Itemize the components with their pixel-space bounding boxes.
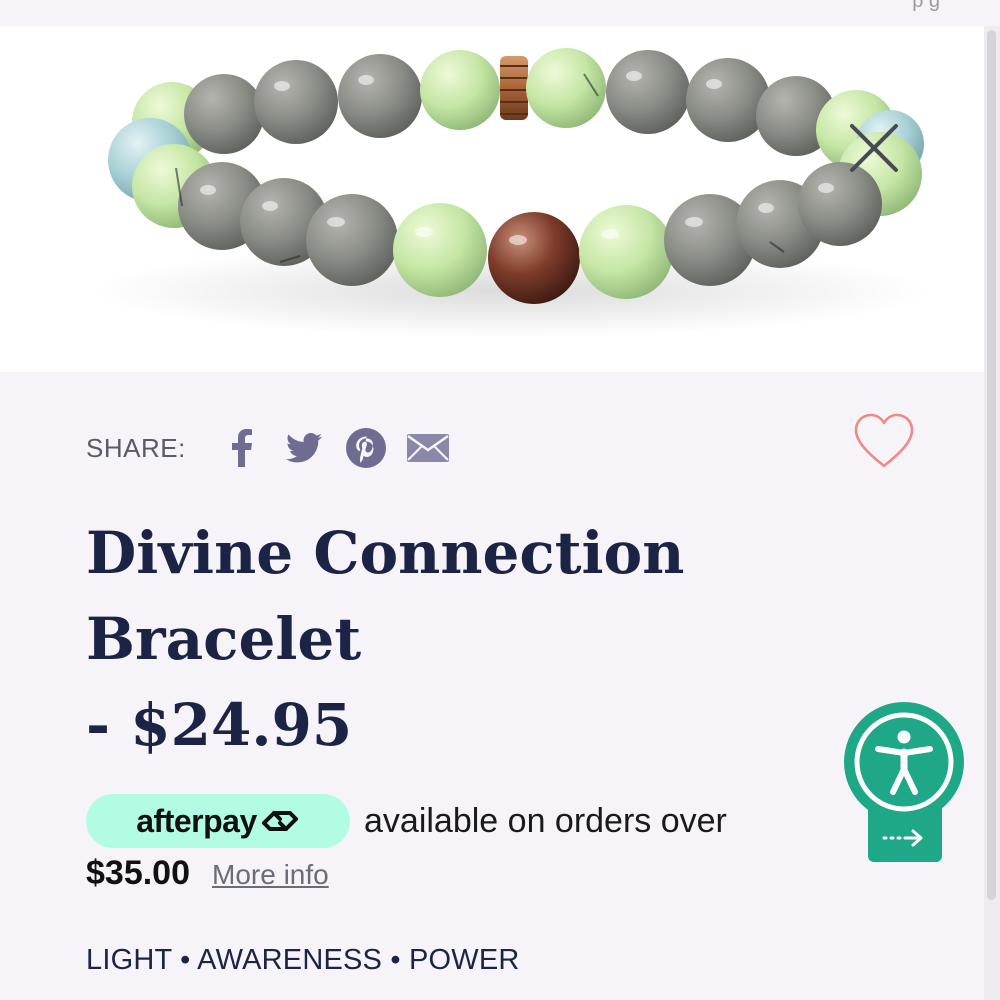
afterpay-row: afterpay available on orders over <box>86 794 727 848</box>
product-title-line2: Bracelet <box>86 605 362 673</box>
email-icon <box>406 434 449 462</box>
close-button[interactable] <box>846 120 902 176</box>
share-pinterest-button[interactable] <box>344 428 388 468</box>
accessibility-widget[interactable] <box>842 700 966 864</box>
product-title-line1: Divine Connection <box>86 519 685 587</box>
close-icon <box>850 124 898 172</box>
pinterest-icon <box>345 428 386 468</box>
share-facebook-button[interactable] <box>220 428 264 468</box>
scrollbar-thumb[interactable] <box>987 30 996 900</box>
arrow-right-icon <box>882 829 923 847</box>
top-strip: p g <box>0 0 1000 26</box>
bracelet-photo <box>90 48 930 337</box>
share-label: SHARE: <box>86 432 186 463</box>
favorite-button[interactable] <box>852 412 916 470</box>
afterpay-threshold: $35.00 <box>86 854 190 892</box>
share-row: SHARE: <box>86 428 468 468</box>
more-info-link[interactable]: More info <box>212 859 329 891</box>
afterpay-logo-icon <box>261 811 298 831</box>
share-email-button[interactable] <box>406 428 450 468</box>
heart-icon <box>854 413 914 468</box>
product-title: Divine Connection Bracelet - $24.95 <box>86 510 806 768</box>
afterpay-info-text: available on orders over <box>364 801 727 840</box>
afterpay-badge[interactable]: afterpay <box>86 794 350 848</box>
share-twitter-button[interactable] <box>282 428 326 468</box>
product-image <box>0 26 984 372</box>
afterpay-threshold-row: $35.00 More info <box>86 854 329 893</box>
product-details: SHARE: Divine Connection Bracelet - $24.… <box>0 372 984 1000</box>
product-price: - $24.95 <box>86 691 353 759</box>
product-tagline: LIGHT • AWARENESS • POWER <box>86 944 520 976</box>
facebook-icon <box>231 429 252 467</box>
top-strip-text: p g <box>912 0 940 12</box>
afterpay-logo-text: afterpay <box>136 802 257 839</box>
twitter-icon <box>285 433 322 463</box>
